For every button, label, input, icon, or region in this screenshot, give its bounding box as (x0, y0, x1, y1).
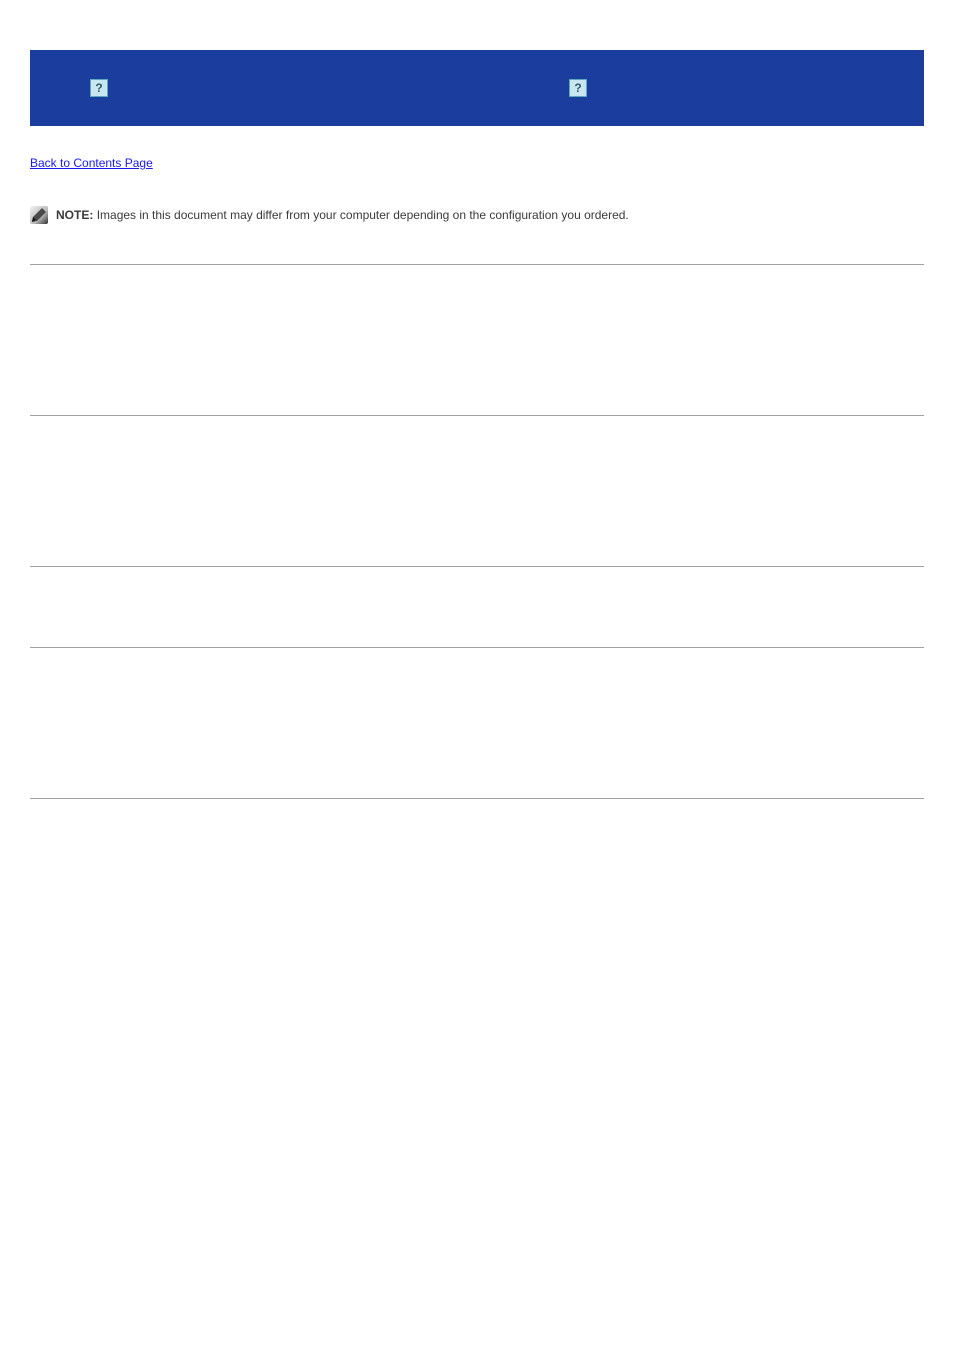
section-1 (30, 415, 924, 416)
header-bar: ? ? (30, 50, 924, 126)
section-rule (30, 647, 924, 648)
section-2 (30, 566, 924, 567)
note-prefix: NOTE: (56, 208, 93, 222)
header-left-slot: ? (90, 79, 114, 97)
section-0 (30, 264, 924, 265)
note-body: Images in this document may differ from … (97, 208, 629, 222)
content-area: Back to Contents Page NOTE: Images in th… (30, 156, 924, 799)
page-root: ? ? Back to Contents Page NOTE: Images i… (0, 50, 954, 853)
broken-image-icon: ? (569, 79, 587, 97)
pencil-note-icon (30, 206, 48, 224)
back-to-contents-link[interactable]: Back to Contents Page (30, 156, 153, 170)
section-3 (30, 647, 924, 648)
breadcrumb: Back to Contents Page (30, 156, 924, 170)
header-right-slot: ? (569, 79, 593, 97)
section-rule (30, 264, 924, 265)
section-rule (30, 566, 924, 567)
note-row: NOTE: Images in this document may differ… (30, 206, 924, 224)
section-rule (30, 798, 924, 799)
broken-image-icon: ? (90, 79, 108, 97)
section-rule (30, 415, 924, 416)
note-text: NOTE: Images in this document may differ… (56, 206, 629, 224)
section-4 (30, 798, 924, 799)
